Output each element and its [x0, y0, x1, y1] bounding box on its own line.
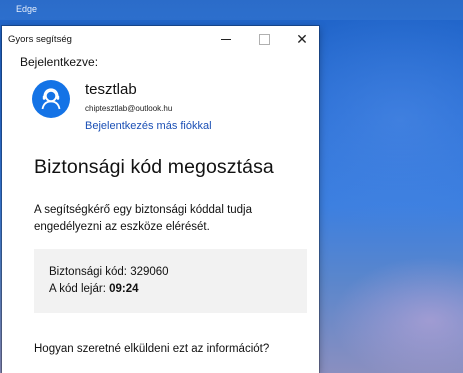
user-email: chiptesztlab@outlook.hu: [85, 104, 173, 113]
desktop-background: Edge Gyors segítség ✕ Bejelentkezve: tes…: [0, 0, 463, 373]
maximize-button[interactable]: [246, 26, 282, 52]
security-code-value: 329060: [130, 266, 169, 278]
browser-title-bar: Edge: [0, 0, 463, 20]
sign-in-other-account-link[interactable]: Bejelentkezés más fiókkal: [85, 120, 212, 132]
security-code-box: Biztonsági kód: 329060 A kód lejár: 09:2…: [34, 249, 307, 313]
signed-in-label: Bejelentkezve:: [20, 55, 99, 69]
window-title-bar: Gyors segítség ✕: [2, 26, 319, 52]
avatar: [32, 80, 70, 118]
close-icon: ✕: [296, 31, 308, 47]
quick-assist-window: Gyors segítség ✕ Bejelentkezve: tesztlab…: [2, 26, 319, 373]
user-headset-icon: [41, 88, 61, 110]
user-name: tesztlab: [85, 81, 137, 98]
close-button[interactable]: ✕: [284, 26, 319, 52]
share-method-question: Hogyan szeretné elküldeni ezt az informá…: [34, 343, 270, 355]
minimize-button[interactable]: [208, 26, 244, 52]
window-title: Gyors segítség: [8, 34, 72, 45]
minimize-icon: [221, 38, 231, 40]
page-title: Biztonsági kód megosztása: [34, 156, 274, 178]
maximize-icon: [258, 33, 270, 45]
browser-title: Edge: [16, 4, 38, 14]
description-text: A segítségkérő egy biztonsági kóddal tud…: [34, 204, 253, 233]
expiry-value: 09:24: [109, 283, 139, 295]
expiry-label: A kód lejár:: [49, 283, 106, 295]
expiry-line: A kód lejár: 09:24: [49, 283, 139, 295]
security-code-line: Biztonsági kód: 329060: [49, 266, 169, 278]
security-code-label: Biztonsági kód:: [49, 266, 127, 278]
